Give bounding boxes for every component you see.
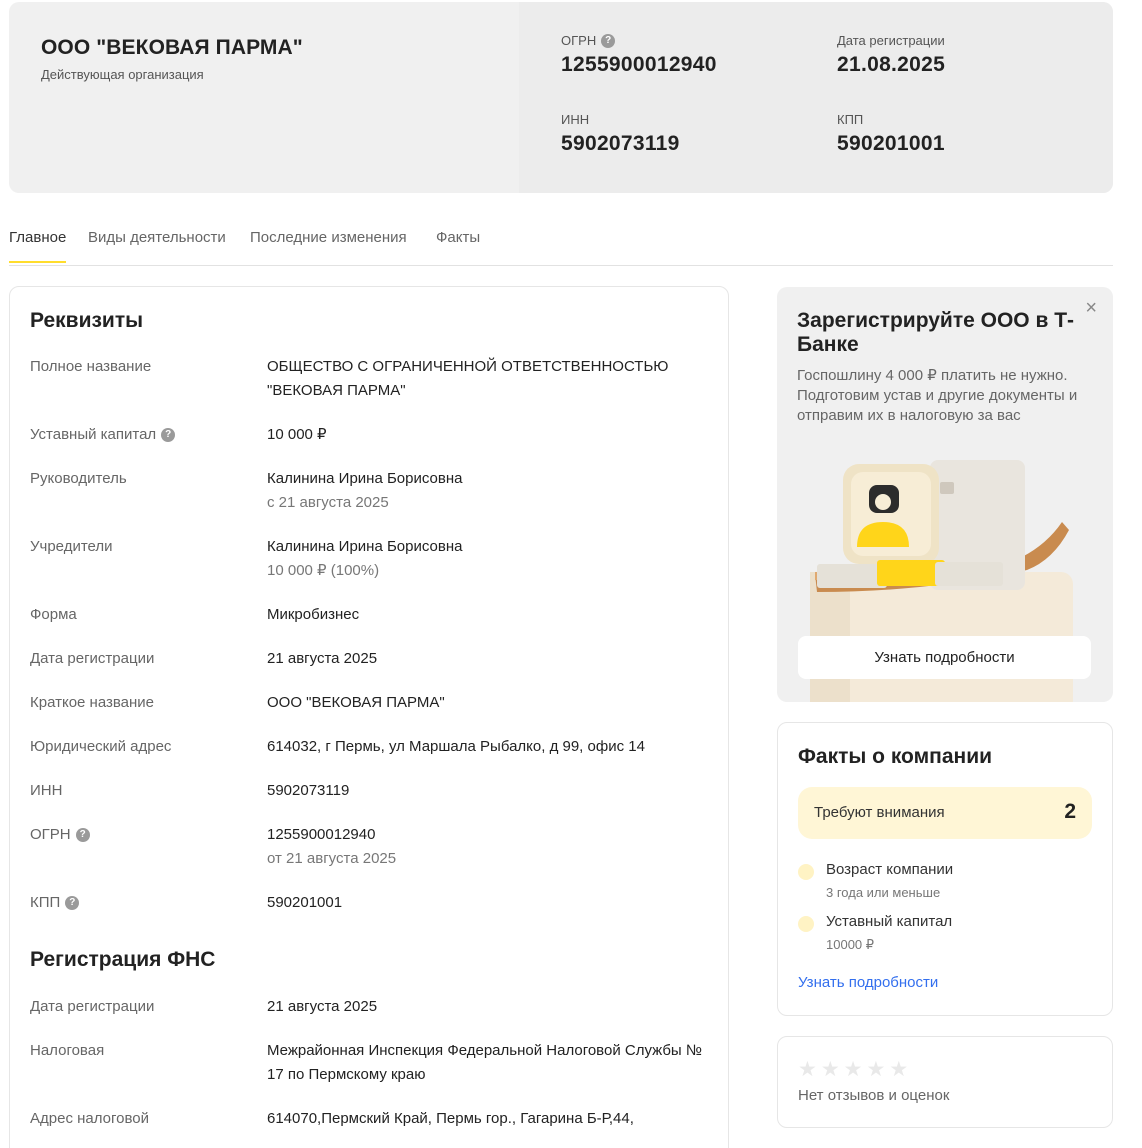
attention-required-button[interactable]: Требуют внимания 2	[798, 787, 1092, 839]
header-inn-value: 5902073119	[561, 132, 680, 155]
attention-label: Требуют внимания	[814, 804, 945, 821]
row-value: 10 000 ₽	[267, 426, 327, 443]
header-codes-panel	[519, 2, 1113, 193]
close-icon[interactable]: ×	[1085, 297, 1097, 320]
fns-title: Регистрация ФНС	[30, 948, 216, 971]
header-kpp-value: 590201001	[837, 132, 945, 155]
row-value: 614032, г Пермь, ул Маршала Рыбалко, д 9…	[267, 738, 645, 755]
row-label: Дата регистрации	[30, 998, 155, 1015]
tab-bar: Главное Виды деятельности Последние изме…	[9, 212, 1113, 266]
question-icon[interactable]: ?	[601, 33, 616, 48]
header-reg-date: Дата регистрации 21.08.2025	[837, 33, 945, 77]
row-label: ОГРН	[30, 826, 71, 843]
row-label: Юридический адрес	[30, 738, 172, 755]
row-value: 21 августа 2025	[267, 998, 378, 1015]
star-icon[interactable]: ★	[844, 1059, 863, 1081]
reviews-card: ★ ★ ★ ★ ★ Нет отзывов и оценок	[777, 1036, 1113, 1128]
tab-main[interactable]: Главное	[9, 229, 67, 263]
promo-title: Зарегистрируйте ООО в Т-Банке	[797, 309, 1075, 356]
fact-label: Уставный капитал	[826, 913, 953, 930]
fact-dot-icon	[798, 916, 814, 932]
promo-text: Госпошлину 4 000 ₽ платить не нужно. Под…	[797, 367, 1078, 424]
question-icon[interactable]: ?	[75, 828, 90, 842]
requisites-card: Реквизиты Полное название ОБЩЕСТВО С ОГР…	[9, 286, 729, 1148]
row-value: 590201001	[267, 894, 343, 911]
no-reviews-text: Нет отзывов и оценок	[798, 1087, 950, 1104]
company-status: Действующая организация	[41, 67, 204, 82]
row-value: Калинина Ирина Борисовна	[267, 538, 463, 555]
row-sub-value: с 21 августа 2025	[267, 494, 389, 511]
row-value: ОБЩЕСТВО С ОГРАНИЧЕННОЙ ОТВЕТСТВЕННОСТЬЮ…	[267, 358, 669, 399]
attention-count: 2	[1064, 800, 1076, 823]
row-label: Дата регистрации	[30, 650, 155, 667]
header-reg-date-value: 21.08.2025	[837, 53, 946, 76]
facts-title: Факты о компании	[798, 745, 993, 768]
rating-stars[interactable]: ★ ★ ★ ★ ★	[798, 1059, 908, 1081]
row-value: ООО "ВЕКОВАЯ ПАРМА"	[267, 694, 445, 711]
header-kpp: КПП 590201001	[837, 112, 945, 156]
company-header-card: ООО "ВЕКОВАЯ ПАРМА" Действующая организа…	[9, 2, 1113, 193]
row-label: Полное название	[30, 358, 152, 375]
header-reg-date-label: Дата регистрации	[837, 33, 945, 48]
company-name: ООО "ВЕКОВАЯ ПАРМА"	[41, 36, 303, 59]
row-value: 5902073119	[267, 782, 350, 799]
tab-recent-changes[interactable]: Последние изменения	[250, 229, 407, 262]
fact-label: Возраст компании	[826, 861, 954, 878]
row-sub-value: 10 000 ₽ (100%)	[267, 562, 380, 579]
star-icon[interactable]: ★	[889, 1059, 908, 1081]
row-label: Уставный капитал	[30, 426, 157, 443]
company-facts-card: Факты о компании Требуют внимания 2 Возр…	[777, 722, 1113, 1016]
row-label: КПП	[30, 894, 61, 911]
row-label: ИНН	[30, 782, 63, 799]
row-label: Краткое название	[30, 694, 155, 711]
header-ogrn: ОГРН ? 1255900012940	[561, 33, 717, 77]
row-value: 614070,Пермский Край, Пермь гор., Гагари…	[267, 1110, 634, 1127]
row-label: Налоговая	[30, 1042, 105, 1059]
header-inn-label: ИНН	[561, 112, 590, 127]
row-label: Руководитель	[30, 470, 127, 487]
star-icon[interactable]: ★	[798, 1059, 817, 1081]
row-value: Микробизнес	[267, 606, 360, 623]
row-label: Форма	[30, 606, 77, 623]
row-label: Учредители	[30, 538, 113, 555]
promo-card: Зарегистрируйте ООО в Т-Банке × Госпошли…	[777, 287, 1113, 702]
row-value: Межрайонная Инспекция Федеральной Налого…	[267, 1042, 702, 1083]
header-kpp-label: КПП	[837, 112, 864, 127]
fact-sub: 10000 ₽	[826, 937, 875, 952]
question-icon[interactable]: ?	[65, 896, 80, 910]
facts-details-link[interactable]: Узнать подробности	[798, 974, 938, 991]
fact-dot-icon	[798, 864, 814, 880]
header-ogrn-value: 1255900012940	[561, 53, 717, 76]
question-icon[interactable]: ?	[161, 428, 176, 442]
row-value: 1255900012940	[267, 826, 376, 843]
tab-facts[interactable]: Факты	[436, 229, 480, 262]
promo-details-button[interactable]: Узнать подробности	[798, 636, 1091, 679]
header-ogrn-label: ОГРН	[561, 33, 597, 48]
fact-sub: 3 года или меньше	[826, 885, 941, 900]
star-icon[interactable]: ★	[866, 1059, 885, 1081]
star-icon[interactable]: ★	[821, 1059, 840, 1081]
requisites-title: Реквизиты	[30, 309, 144, 332]
tab-activities[interactable]: Виды деятельности	[88, 229, 226, 262]
row-label: Адрес налоговой	[30, 1110, 150, 1127]
row-sub-value: от 21 августа 2025	[267, 850, 397, 867]
row-value: Калинина Ирина Борисовна	[267, 470, 463, 487]
row-value: 21 августа 2025	[267, 650, 378, 667]
header-inn: ИНН 5902073119	[561, 112, 680, 156]
